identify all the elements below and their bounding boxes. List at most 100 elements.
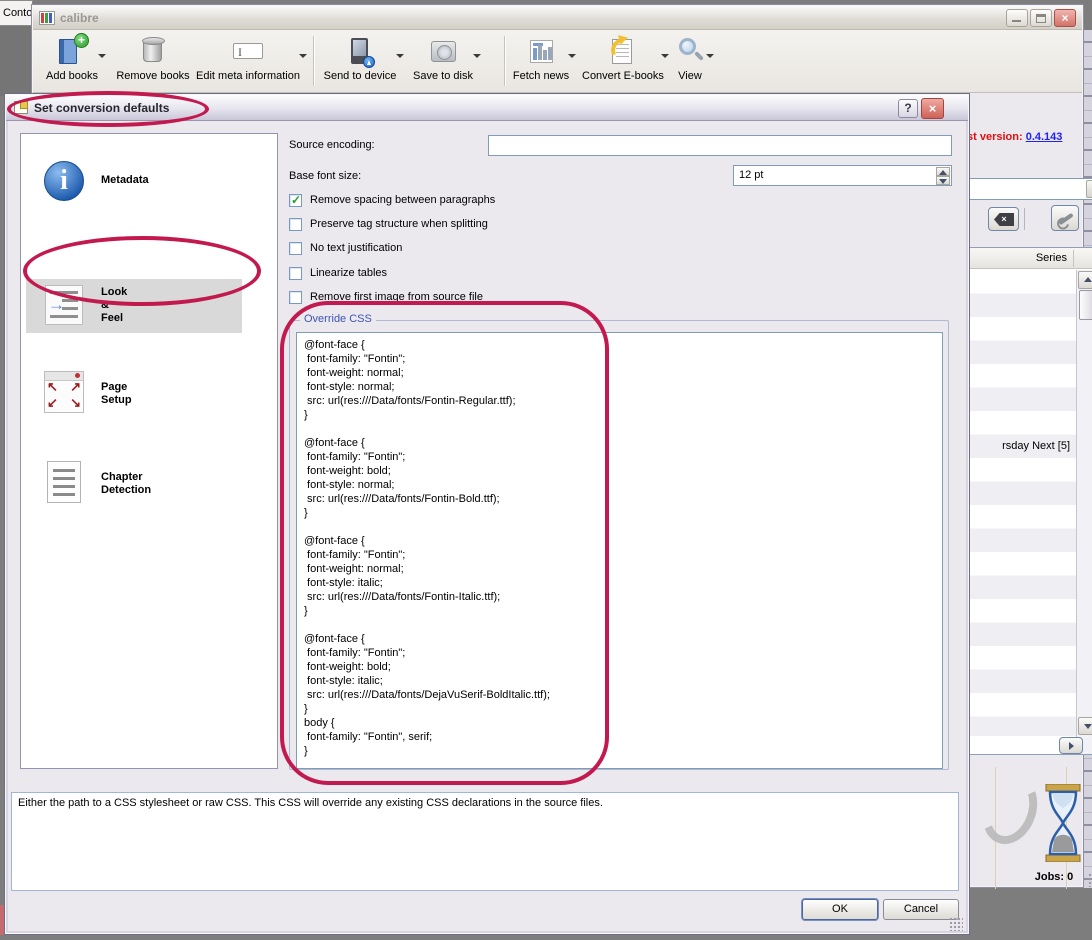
ok-button[interactable]: OK xyxy=(802,899,878,920)
dialog-resize-grip[interactable] xyxy=(949,917,963,931)
version-link[interactable]: 0.4.143 xyxy=(1026,131,1063,143)
desktop-strip xyxy=(0,26,31,96)
convert-ebooks-dropdown-icon[interactable] xyxy=(661,54,669,58)
partially-hidden-icon xyxy=(973,768,1047,852)
minimize-icon xyxy=(1012,20,1021,22)
chapter-detection-icon xyxy=(47,461,81,503)
checkbox-no-text-justification[interactable] xyxy=(289,242,302,255)
checkbox-label: Preserve tag structure when splitting xyxy=(310,218,488,230)
base-font-size-value: 12 pt xyxy=(739,169,764,181)
scroll-up-button[interactable] xyxy=(1078,271,1092,289)
page-setup-icon: ↖ ↗ ↙ ↘ xyxy=(44,371,84,413)
save-to-disk-dropdown-icon[interactable] xyxy=(473,54,481,58)
toolbar-separator xyxy=(313,36,314,86)
vertical-scrollbar[interactable] xyxy=(1076,270,1092,754)
help-text-box: Either the path to a CSS stylesheet or r… xyxy=(11,792,959,891)
arrow-down-icon xyxy=(1083,724,1092,729)
checkbox-label: No text justification xyxy=(310,242,403,254)
save-to-disk-icon xyxy=(427,35,459,67)
spin-down-button[interactable] xyxy=(936,176,950,185)
calibre-toolbar: + Add books Remove books Edit meta infor… xyxy=(33,30,1082,93)
clear-search-button[interactable]: × xyxy=(988,207,1019,231)
checkbox-label: Linearize tables xyxy=(310,267,388,279)
checkbox-remove-spacing[interactable] xyxy=(289,193,302,207)
combobox-arrow-button[interactable] xyxy=(1086,180,1092,198)
calibre-titlebar[interactable]: calibre × xyxy=(33,6,1082,30)
checkbox-label: Remove first image from source file xyxy=(310,291,483,303)
series-column-header[interactable]: Series xyxy=(1036,252,1067,264)
update-notice: st version: 0.4.143 xyxy=(967,131,1062,143)
close-button[interactable]: × xyxy=(1054,9,1076,27)
view-icon xyxy=(674,35,706,67)
spin-up-button[interactable] xyxy=(936,167,950,176)
toolbar-separator xyxy=(504,36,505,86)
save-to-disk-button[interactable]: Save to disk xyxy=(410,35,476,82)
dialog-title: Set conversion defaults xyxy=(34,100,170,115)
window-title: calibre xyxy=(60,10,99,25)
dialog-icon xyxy=(14,101,28,114)
edit-meta-button[interactable]: Edit meta information xyxy=(193,35,303,82)
edit-meta-dropdown-icon[interactable] xyxy=(299,54,307,58)
dialog-close-button[interactable]: × xyxy=(921,98,944,119)
convert-ebooks-icon xyxy=(606,35,638,67)
sidebar-item-page-setup[interactable]: ↖ ↗ ↙ ↘ Page Setup xyxy=(26,368,242,420)
send-to-device-icon xyxy=(344,35,376,68)
arrow-right-icon xyxy=(1069,741,1074,750)
edit-meta-icon xyxy=(232,35,264,67)
arrow-down-icon xyxy=(939,178,947,184)
hourglass-icon xyxy=(1044,783,1082,865)
dialog-help-button[interactable]: ? xyxy=(898,99,918,118)
arrow-up-icon xyxy=(1083,277,1092,282)
sidebar-item-chapter-detection[interactable]: Chapter Detection xyxy=(26,457,242,509)
send-to-device-button[interactable]: Send to device xyxy=(320,35,400,82)
configuration-button[interactable] xyxy=(1051,205,1079,231)
scroll-right-button[interactable] xyxy=(1059,737,1083,754)
metadata-info-icon: i xyxy=(44,161,84,201)
sidebar-item-look-and-feel[interactable]: → Look & Feel xyxy=(26,279,242,333)
checkbox-remove-first-image[interactable] xyxy=(289,291,302,304)
cancel-button[interactable]: Cancel xyxy=(883,899,959,920)
view-dropdown-icon[interactable] xyxy=(706,54,714,58)
look-and-feel-icon: → xyxy=(45,285,83,325)
jobs-status: Jobs: 0 xyxy=(1034,871,1074,883)
view-button[interactable]: View xyxy=(670,35,710,82)
send-to-device-dropdown-icon[interactable] xyxy=(396,54,404,58)
convert-ebooks-button[interactable]: Convert E-books xyxy=(582,35,664,82)
screen: Contou calibre × + Add books Remove bo xyxy=(0,0,1092,940)
source-encoding-input[interactable] xyxy=(488,135,952,156)
conversion-defaults-dialog: Set conversion defaults ? × i Metadata →… xyxy=(4,93,970,935)
add-books-button[interactable]: + Add books xyxy=(40,33,104,82)
override-css-legend: Override CSS xyxy=(300,313,376,325)
fetch-news-dropdown-icon[interactable] xyxy=(568,54,576,58)
checkbox-label: Remove spacing between paragraphs xyxy=(310,194,496,206)
maximize-button[interactable] xyxy=(1030,9,1052,27)
resize-grip[interactable] xyxy=(1088,873,1092,887)
dialog-titlebar[interactable]: Set conversion defaults ? × xyxy=(6,95,968,121)
minimize-button[interactable] xyxy=(1006,9,1028,27)
wrench-icon xyxy=(1058,212,1074,226)
version-label: st version: xyxy=(967,131,1023,143)
separator xyxy=(1024,208,1025,230)
remove-books-icon xyxy=(137,35,169,67)
base-font-size-label: Base font size: xyxy=(289,170,362,182)
close-icon: × xyxy=(1061,11,1069,25)
scroll-down-button[interactable] xyxy=(1078,717,1092,735)
fetch-news-button[interactable]: Fetch news xyxy=(512,35,570,82)
clear-search-icon: × xyxy=(994,213,1014,226)
add-books-dropdown-icon[interactable] xyxy=(98,54,106,58)
override-css-textarea[interactable]: @font-face { font-family: "Fontin"; font… xyxy=(296,332,943,769)
calibre-logo-icon xyxy=(39,10,55,25)
arrow-up-icon xyxy=(939,169,947,175)
background-tab[interactable]: Contou xyxy=(0,0,33,26)
remove-books-button[interactable]: Remove books xyxy=(113,35,193,82)
checkbox-preserve-tag-structure[interactable] xyxy=(289,218,302,231)
scrollbar-thumb[interactable] xyxy=(1079,290,1092,320)
column-divider xyxy=(1073,250,1074,267)
source-encoding-label: Source encoding: xyxy=(289,139,375,151)
maximize-icon xyxy=(1036,14,1046,23)
category-list: i Metadata → Look & Feel ↖ ↗ ↙ ↘ Page Setup… xyxy=(20,133,278,769)
sidebar-item-metadata[interactable]: i Metadata xyxy=(26,156,242,206)
checkbox-linearize-tables[interactable] xyxy=(289,267,302,280)
fetch-news-icon xyxy=(525,35,557,67)
base-font-size-stepper[interactable]: 12 pt xyxy=(733,165,952,186)
